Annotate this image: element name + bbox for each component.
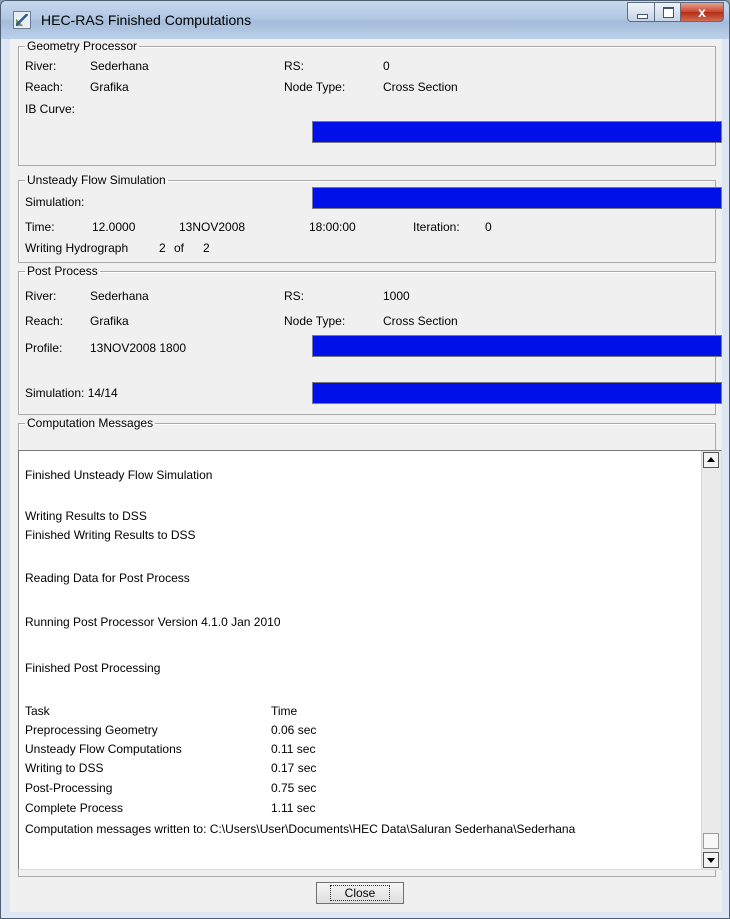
time-date: 13NOV2008 (179, 220, 246, 234)
post-reach-label: Reach: (25, 314, 64, 328)
task-name: Writing to DSS (25, 761, 104, 775)
maximize-icon (663, 7, 674, 18)
post-rs-label: RS: (284, 289, 305, 303)
dialog-client-area: Geometry Processor River: Sederhana RS: … (10, 39, 722, 912)
post-river-value: Sederhana (90, 289, 149, 303)
message-line: Writing Results to DSS (25, 509, 147, 523)
scroll-down-button[interactable] (703, 852, 719, 868)
task-header: Task (25, 704, 50, 718)
time-header: Time (271, 704, 298, 718)
task-name: Complete Process (25, 801, 124, 815)
message-line: Running Post Processor Version 4.1.0 Jan… (25, 615, 281, 629)
geometry-river-value: Sederhana (90, 59, 149, 73)
task-time: 0.11 sec (271, 742, 316, 756)
writing-hydrograph-current: 2 (159, 241, 166, 255)
unsteady-simulation-progress-bar (312, 187, 722, 209)
post-process-legend: Post Process (27, 264, 98, 278)
task-name: Preprocessing Geometry (25, 723, 158, 737)
ib-curve-progress-fill (313, 122, 721, 142)
message-line: Reading Data for Post Process (25, 571, 190, 585)
task-name: Post-Processing (25, 781, 113, 795)
arrow-up-icon (707, 457, 715, 462)
iteration-value: 0 (485, 220, 492, 234)
post-node-type-value: Cross Section (383, 314, 458, 328)
message-line: Finished Writing Results to DSS (25, 528, 196, 542)
close-button[interactable]: Close (316, 882, 404, 904)
task-name: Unsteady Flow Computations (25, 742, 182, 756)
geometry-node-type-label: Node Type: (284, 80, 346, 94)
minimize-icon (637, 14, 648, 19)
writing-hydrograph-of: of (174, 241, 185, 255)
arrow-down-icon (707, 858, 715, 863)
time-value: 12.0000 (92, 220, 136, 234)
geometry-node-type-value: Cross Section (383, 80, 458, 94)
profile-label: Profile: (25, 341, 63, 355)
computation-messages-textbox[interactable]: Finished Unsteady Flow Simulation Writin… (18, 450, 722, 870)
close-button-label: Close (329, 885, 391, 901)
message-line: Finished Unsteady Flow Simulation (25, 468, 213, 482)
unsteady-simulation-label: Simulation: (25, 195, 85, 209)
ib-curve-label: IB Curve: (25, 102, 76, 116)
messages-vertical-scrollbar[interactable] (701, 451, 721, 869)
minimize-button[interactable] (627, 2, 655, 22)
task-time: 0.06 sec (271, 723, 317, 737)
messages-output-path: Computation messages written to: C:\User… (25, 822, 576, 836)
unsteady-simulation-progress-fill (313, 188, 721, 208)
geometry-reach-value: Grafika (90, 80, 129, 94)
geometry-processor-legend: Geometry Processor (27, 39, 138, 53)
post-simulation-label: Simulation: 14/14 (25, 386, 118, 400)
window-title: HEC-RAS Finished Computations (41, 12, 252, 28)
computation-messages-legend: Computation Messages (27, 416, 154, 430)
task-time: 1.11 sec (271, 801, 316, 815)
window-close-button[interactable]: x (680, 2, 724, 22)
post-reach-value: Grafika (90, 314, 129, 328)
geometry-river-label: River: (25, 59, 57, 73)
finished-computations-window: HEC-RAS Finished Computations x Geometry… (0, 0, 730, 919)
ib-curve-progress-bar (312, 121, 722, 143)
post-simulation-progress-fill (313, 383, 721, 403)
close-icon: x (698, 4, 706, 20)
maximize-button[interactable] (654, 2, 681, 22)
profile-progress-fill (313, 336, 721, 356)
post-rs-value: 1000 (383, 289, 410, 303)
message-line: Finished Post Processing (25, 661, 161, 675)
task-time: 0.75 sec (271, 781, 317, 795)
iteration-label: Iteration: (413, 220, 460, 234)
unsteady-flow-legend: Unsteady Flow Simulation (27, 173, 166, 187)
writing-hydrograph-label: Writing Hydrograph (25, 241, 129, 255)
scroll-up-button[interactable] (703, 452, 719, 468)
geometry-rs-value: 0 (383, 59, 390, 73)
post-node-type-label: Node Type: (284, 314, 346, 328)
time-clock: 18:00:00 (309, 220, 356, 234)
geometry-reach-label: Reach: (25, 80, 64, 94)
hec-ras-app-icon (13, 11, 31, 29)
post-river-label: River: (25, 289, 57, 303)
task-time: 0.17 sec (271, 761, 317, 775)
profile-value: 13NOV2008 1800 (90, 341, 187, 355)
writing-hydrograph-total: 2 (203, 241, 210, 255)
geometry-rs-label: RS: (284, 59, 305, 73)
post-simulation-progress-bar (312, 382, 722, 404)
profile-progress-bar (312, 335, 722, 357)
title-bar[interactable]: HEC-RAS Finished Computations x (1, 1, 729, 39)
time-label: Time: (25, 220, 55, 234)
scrollbar-thumb[interactable] (703, 833, 719, 849)
